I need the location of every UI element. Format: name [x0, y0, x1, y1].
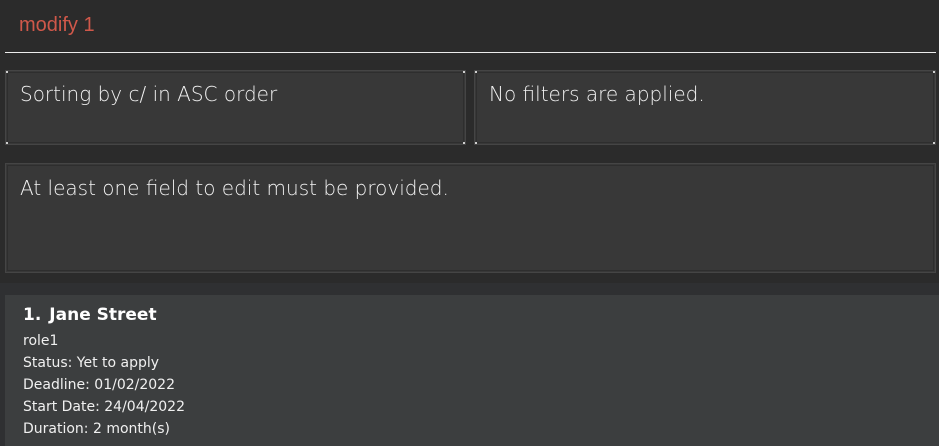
filter-status-text: No filters are applied. [489, 82, 705, 106]
panel-corner [6, 71, 8, 73]
card-index: 1. [23, 305, 42, 325]
panel-corner [475, 71, 477, 73]
panel-corner [933, 71, 935, 73]
panel-corner [475, 142, 477, 144]
app-window: Sorting by c/ in ASC order No filters ar… [0, 0, 939, 446]
filter-status-panel: No filters are applied. [474, 70, 936, 145]
card-title: 1. Jane Street [23, 305, 157, 325]
card-deadline: Deadline: 01/02/2022 [23, 377, 175, 393]
result-display[interactable]: At least one field to edit must be provi… [5, 163, 936, 273]
command-input[interactable] [19, 14, 919, 37]
sort-status-panel: Sorting by c/ in ASC order [5, 70, 466, 145]
panel-corner [463, 71, 465, 73]
card-duration: Duration: 2 month(s) [23, 421, 170, 437]
command-box [5, 0, 936, 53]
panel-corner [6, 142, 8, 144]
panel-corner [463, 142, 465, 144]
panel-corner [933, 142, 935, 144]
sort-status-text: Sorting by c/ in ASC order [20, 82, 278, 106]
result-message: At least one field to edit must be provi… [20, 176, 449, 200]
card-status: Status: Yet to apply [23, 355, 160, 371]
card-start-date: Start Date: 24/04/2022 [23, 399, 185, 415]
application-card[interactable]: 1. Jane Street role1 Status: Yet to apply… [5, 295, 939, 446]
card-role: role1 [23, 333, 59, 349]
application-list[interactable]: 1. Jane Street role1 Status: Yet to apply… [0, 283, 939, 446]
card-company: Jane Street [49, 305, 157, 325]
